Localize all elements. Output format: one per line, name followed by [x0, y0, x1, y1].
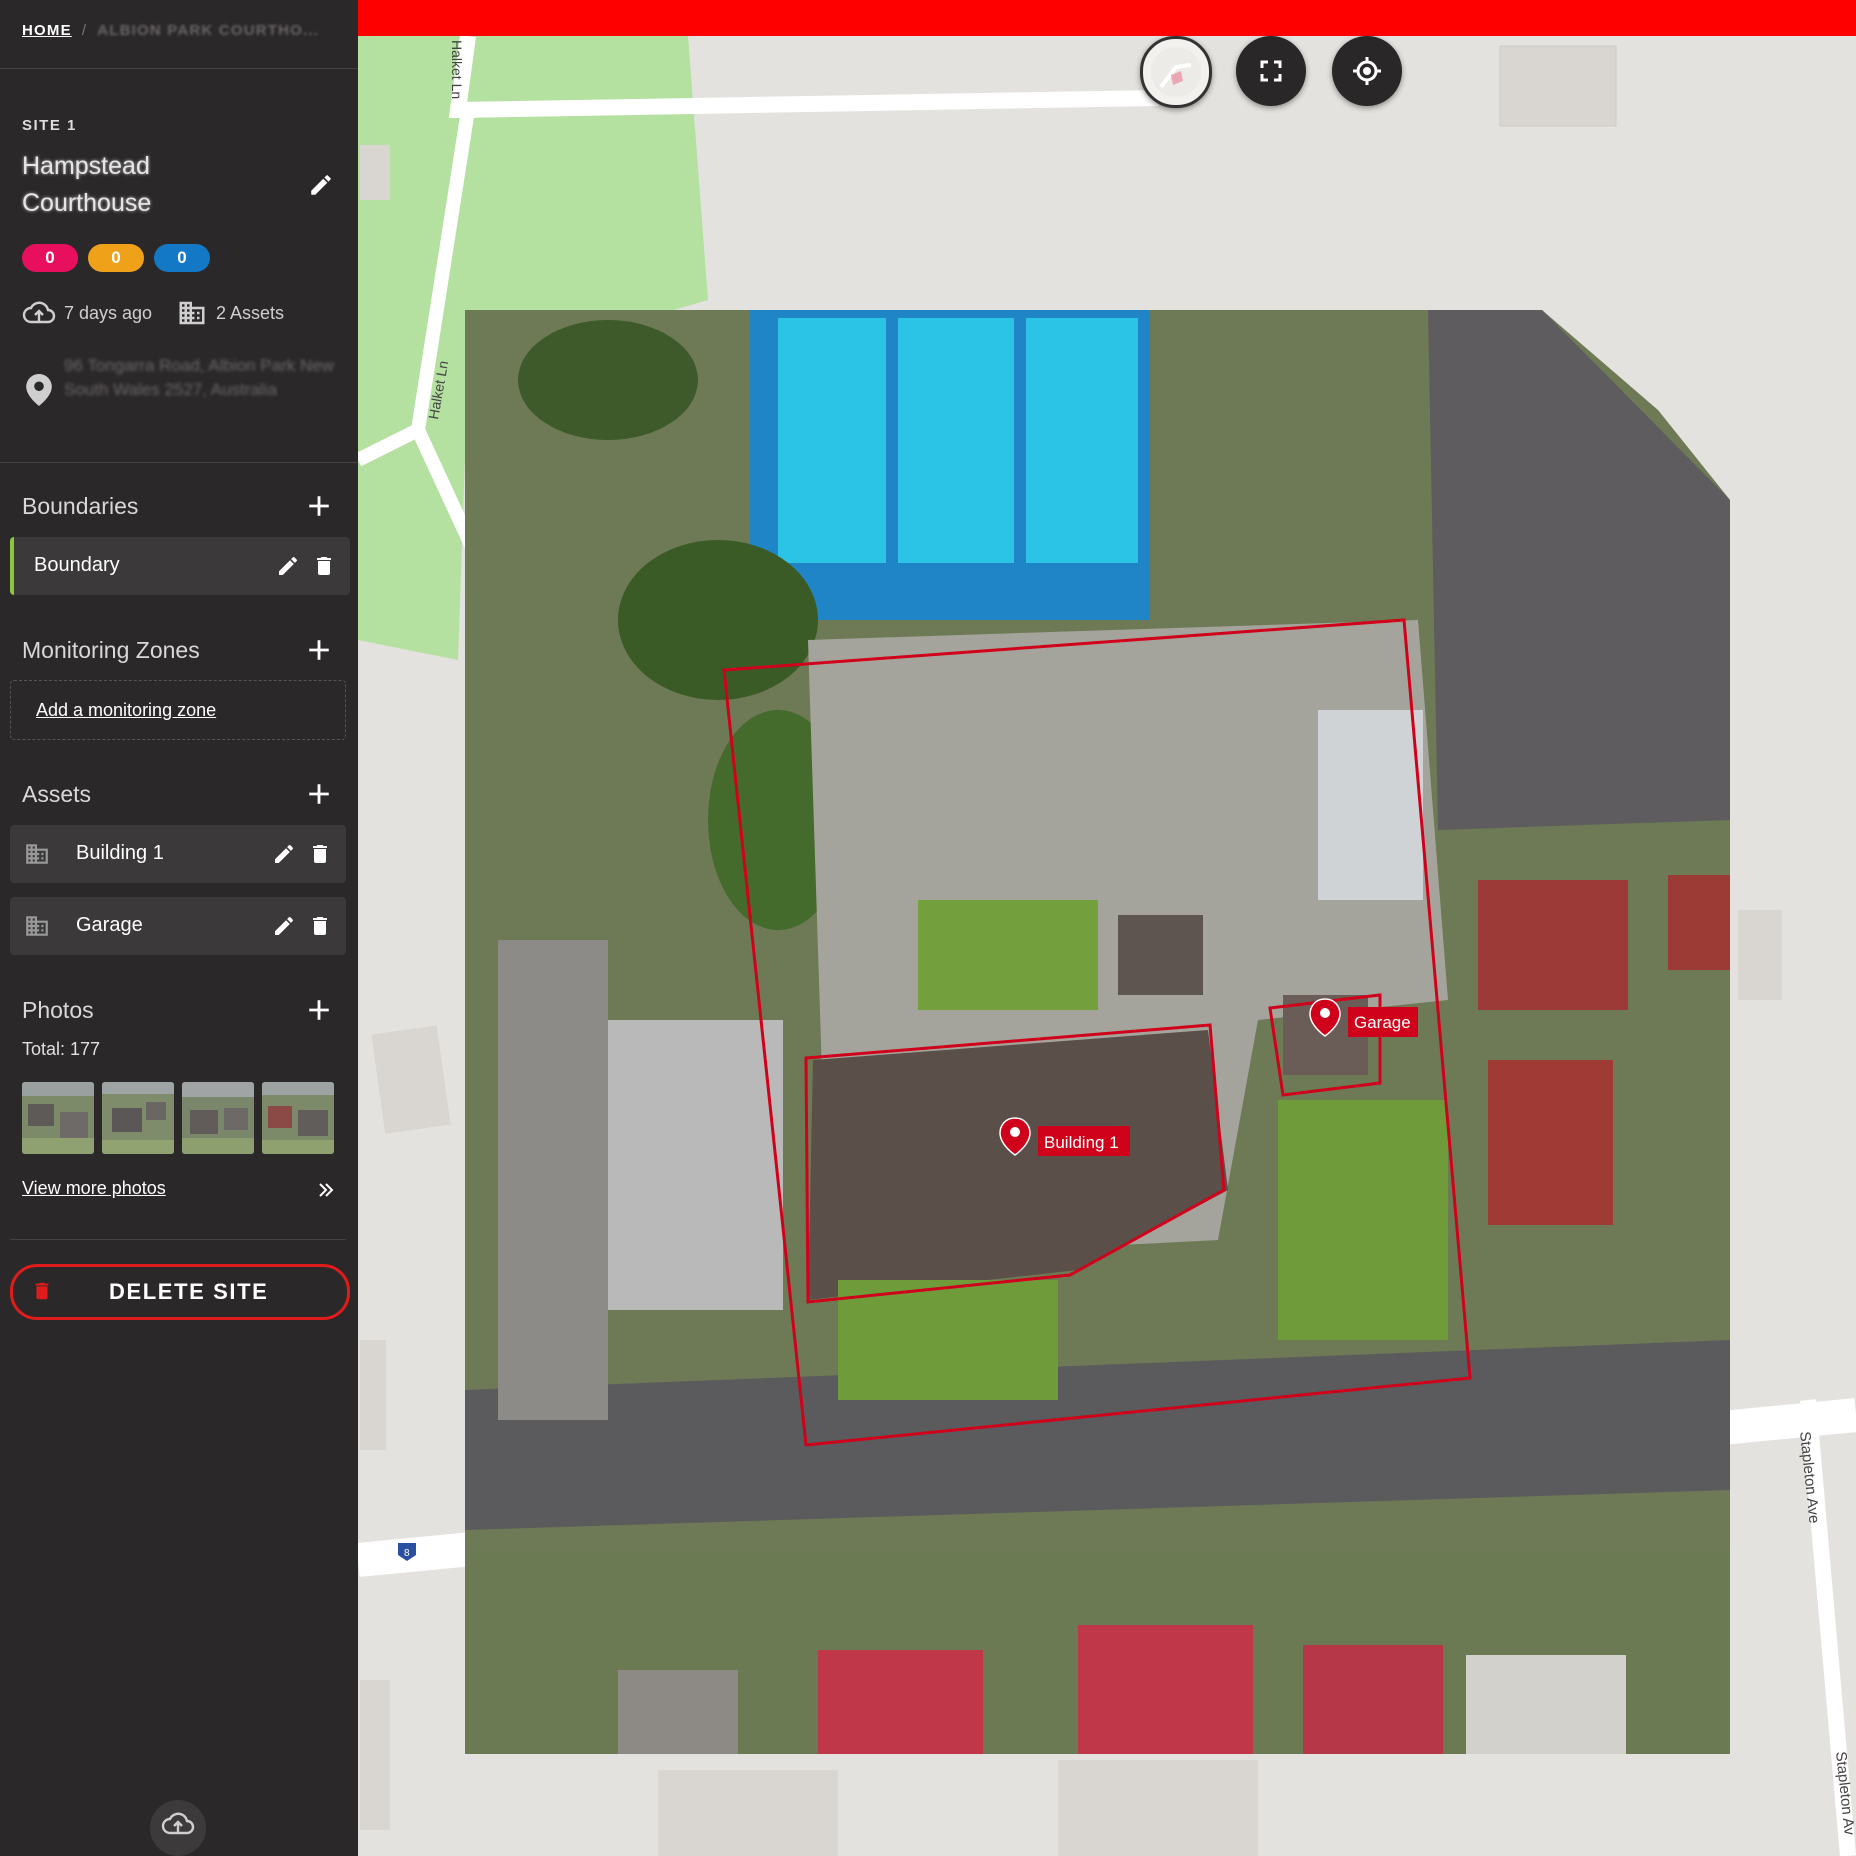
edit-site-icon[interactable]	[308, 172, 334, 198]
divider	[10, 1239, 346, 1240]
double-chevron-right-icon[interactable]	[316, 1180, 336, 1200]
assets-title: Assets	[22, 781, 92, 807]
edit-icon[interactable]	[272, 842, 296, 866]
photo-thumbnail[interactable]	[22, 1082, 94, 1154]
upload-button[interactable]	[150, 1800, 206, 1856]
minimap-button[interactable]	[1140, 36, 1212, 108]
map-view[interactable]: Building 1 Garage Halket Ln Halket Ln St…	[358, 0, 1856, 1856]
trash-icon[interactable]	[312, 554, 336, 578]
status-badge-info: 0	[154, 244, 210, 272]
site-address: 96 Tongarra Road, Albion Park New South …	[64, 356, 334, 399]
boundary-item-label: Boundary	[34, 554, 120, 576]
monitoring-zones-title: Monitoring Zones	[22, 637, 200, 663]
photo-thumbnail[interactable]	[102, 1082, 174, 1154]
cloud-upload-icon	[22, 301, 56, 324]
breadcrumb-home[interactable]: HOME	[22, 22, 72, 39]
add-asset-icon[interactable]	[306, 781, 332, 807]
building-icon	[26, 844, 48, 864]
building-icon	[179, 301, 205, 325]
fullscreen-icon	[1260, 60, 1282, 82]
add-monitoring-zone-icon[interactable]	[306, 637, 332, 663]
photo-thumbnail[interactable]	[182, 1082, 254, 1154]
assets-count: 2 Assets	[216, 303, 285, 323]
add-photo-icon[interactable]	[306, 997, 332, 1023]
site-name: Hampstead Courthouse	[22, 152, 152, 217]
breadcrumb-separator: /	[81, 22, 88, 39]
site-label: SITE 1	[22, 117, 77, 134]
photos-total: Total: 177	[22, 1039, 101, 1059]
aerial-orthomosaic	[465, 310, 1730, 1754]
delete-site-button[interactable]: DELETE SITE	[10, 1264, 350, 1320]
status-badge-warning: 0	[88, 244, 144, 272]
trash-icon[interactable]	[308, 842, 332, 866]
street-label: Halket Ln	[449, 40, 465, 99]
trash-icon	[35, 1282, 49, 1300]
photos-title: Photos	[22, 997, 94, 1023]
delete-site-label: DELETE SITE	[109, 1279, 269, 1304]
breadcrumb-current: ALBION PARK COURTHO...	[97, 22, 320, 39]
cloud-upload-icon	[161, 1812, 195, 1835]
breadcrumb: HOME / ALBION PARK COURTHO...	[22, 22, 319, 39]
boundary-item[interactable]: Boundary	[10, 537, 350, 595]
minimap-icon	[1151, 47, 1201, 97]
trash-icon[interactable]	[308, 914, 332, 938]
route-shield-label: 8	[404, 1548, 410, 1559]
divider	[0, 68, 358, 69]
photo-thumbnail[interactable]	[262, 1082, 334, 1154]
locate-button[interactable]	[1332, 36, 1402, 106]
uploaded-time: 7 days ago	[64, 303, 153, 323]
add-monitoring-zone-box: Add a monitoring zone	[10, 680, 346, 740]
status-badge-critical: 0	[22, 244, 78, 272]
add-boundary-icon[interactable]	[306, 493, 332, 519]
divider	[0, 462, 358, 463]
asset-item-label: Garage	[76, 914, 143, 936]
edit-icon[interactable]	[276, 554, 300, 578]
garage-marker-label: Garage	[1354, 1013, 1411, 1032]
edit-icon[interactable]	[272, 914, 296, 938]
map-canvas[interactable]: Building 1 Garage Halket Ln Halket Ln St…	[358, 0, 1856, 1856]
boundaries-title: Boundaries	[22, 493, 139, 519]
locate-icon	[1353, 57, 1381, 85]
location-pin-icon	[26, 374, 52, 406]
top-accent-bar	[358, 0, 1856, 36]
building-icon	[26, 916, 48, 936]
building-1-marker-label: Building 1	[1044, 1133, 1119, 1152]
add-monitoring-zone-link[interactable]: Add a monitoring zone	[36, 700, 216, 721]
asset-item-label: Building 1	[76, 842, 164, 864]
fullscreen-button[interactable]	[1236, 36, 1306, 106]
asset-item[interactable]: Building 1	[10, 825, 346, 883]
asset-item[interactable]: Garage	[10, 897, 346, 955]
view-more-photos-link[interactable]: View more photos	[22, 1178, 166, 1199]
sidebar: HOME / ALBION PARK COURTHO... SITE 1 Hamps…	[0, 0, 358, 1856]
